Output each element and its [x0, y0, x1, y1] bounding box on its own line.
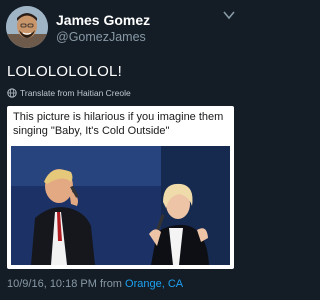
tweet-header: James Gomez @GomezJames — [6, 6, 235, 50]
tweet-media-card[interactable]: This picture is hilarious if you imagine… — [7, 106, 234, 269]
user-display-name[interactable]: James Gomez — [56, 12, 150, 28]
tweet-location-link[interactable]: Orange, CA — [125, 278, 183, 290]
tweet-text: LOLOLOLOLOL! — [7, 63, 122, 80]
translate-label: Translate from Haitian Creole — [20, 88, 131, 98]
globe-icon — [7, 88, 17, 98]
chevron-down-icon[interactable] — [223, 10, 235, 20]
tweet-footer: 10/9/16, 10:18 PM from Orange, CA — [7, 278, 183, 290]
avatar[interactable] — [6, 6, 48, 48]
card-caption: This picture is hilarious if you imagine… — [13, 111, 224, 137]
translate-link[interactable]: Translate from Haitian Creole — [7, 86, 131, 100]
from-label: from — [99, 278, 122, 290]
user-handle[interactable]: @GomezJames — [56, 30, 146, 44]
avatar-photo — [6, 6, 48, 48]
debate-photo — [11, 146, 230, 265]
tweet-timestamp[interactable]: 10/9/16, 10:18 PM — [7, 278, 97, 290]
card-photo[interactable] — [11, 146, 230, 265]
